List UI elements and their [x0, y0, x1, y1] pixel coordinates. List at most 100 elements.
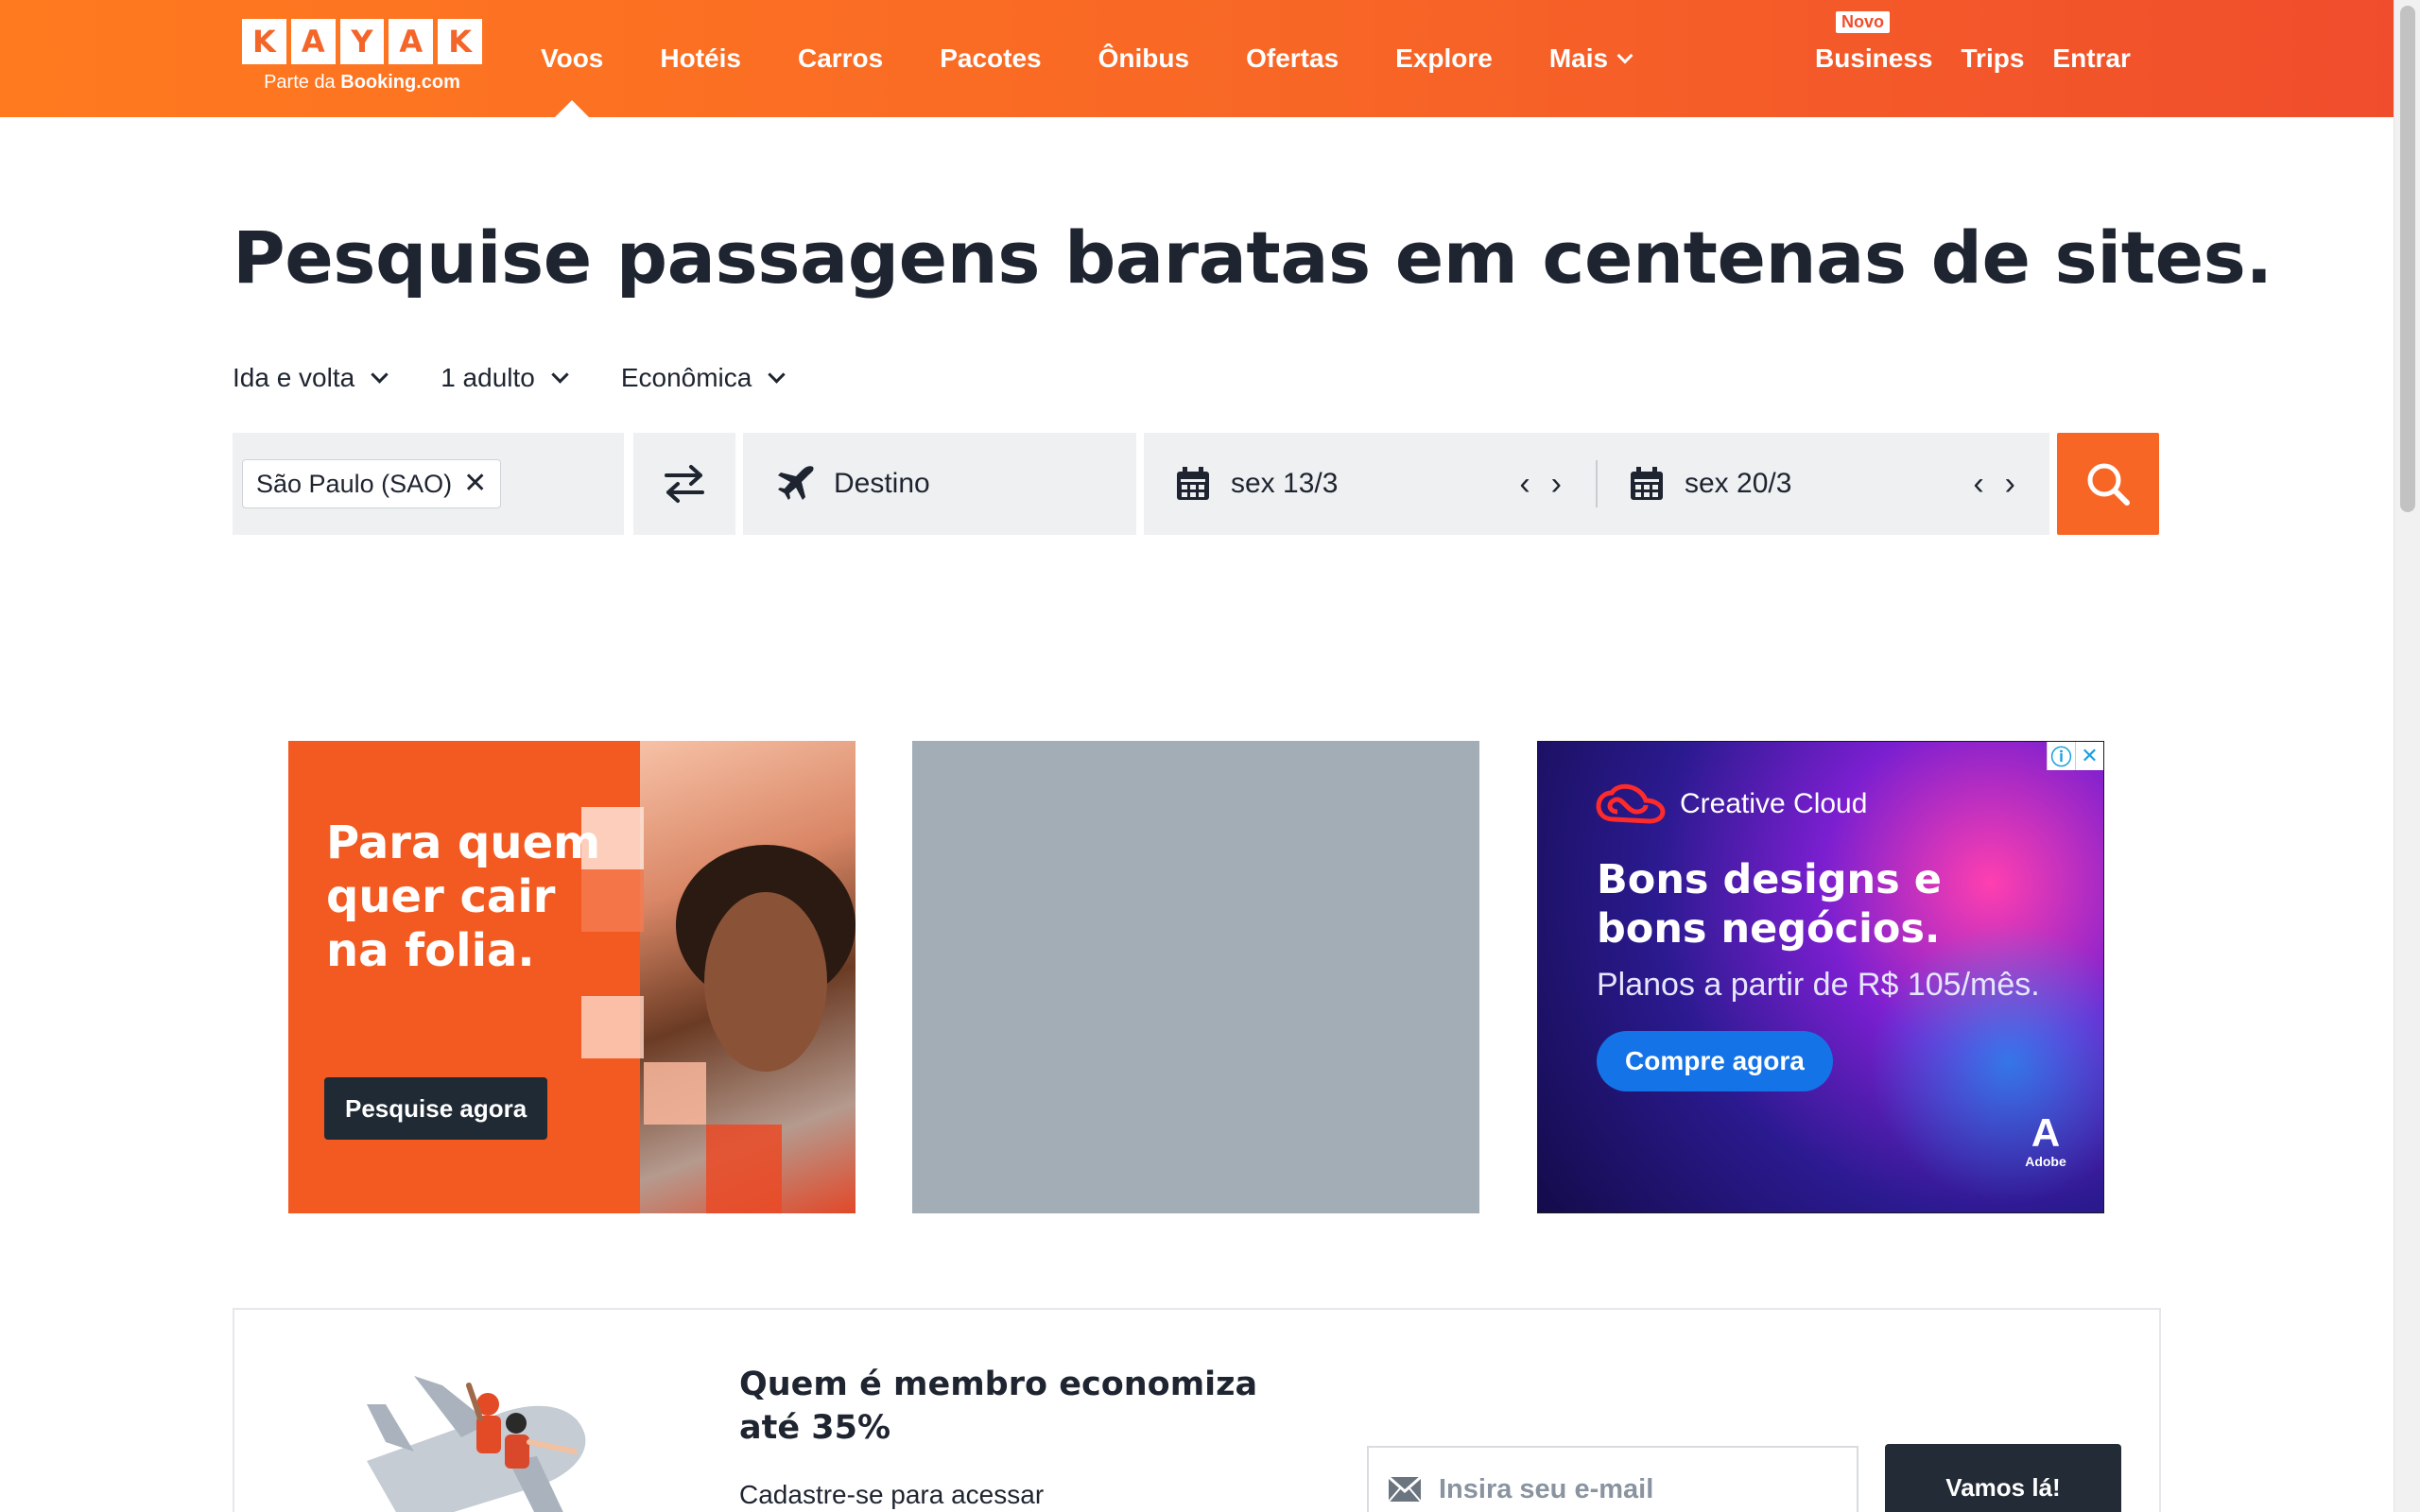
cabin-class-dropdown[interactable]: Econômica	[620, 363, 786, 393]
destination-placeholder: Destino	[834, 468, 930, 499]
search-options: Ida e volta 1 adulto Econômica	[233, 363, 838, 393]
nav-label: Pacotes	[940, 43, 1042, 73]
envelope-icon	[1388, 1476, 1422, 1503]
origin-field[interactable]: São Paulo (SAO) ✕	[233, 433, 624, 535]
close-icon[interactable]: ✕	[2075, 742, 2103, 770]
calendar-icon	[1631, 467, 1663, 500]
nav-pacotes[interactable]: Pacotes	[940, 0, 1041, 117]
signin-link[interactable]: Entrar	[2052, 43, 2130, 74]
depart-date-field[interactable]: sex 13/3 ‹ ›	[1144, 433, 1596, 535]
return-date-field[interactable]: sex 20/3 ‹ ›	[1598, 433, 2049, 535]
scrollbar-thumb[interactable]	[2400, 6, 2415, 512]
business-link[interactable]: Novo Business	[1815, 11, 1933, 74]
nav-hoteis[interactable]: Hotéis	[660, 0, 741, 117]
page-scrollbar[interactable]	[2394, 0, 2420, 1512]
logo-letter: K	[242, 19, 286, 64]
email-field[interactable]: Insira seu e-mail	[1367, 1446, 1858, 1512]
header-right-nav: Novo Business Trips Entrar	[1815, 0, 2394, 117]
swap-button[interactable]	[633, 433, 735, 535]
nav-ofertas[interactable]: Ofertas	[1246, 0, 1339, 117]
ad-tile	[581, 996, 644, 1058]
signin-label: Entrar	[2052, 43, 2131, 73]
return-date-value: sex 20/3	[1685, 468, 1792, 499]
trip-type-dropdown[interactable]: Ida e volta	[233, 363, 389, 393]
logo-letter: Y	[339, 19, 385, 64]
adobe-logo: A Adobe	[2022, 1110, 2069, 1170]
kayak-logo[interactable]: K A Y A K Parte da Booking.com	[242, 19, 482, 94]
logo-letter: A	[290, 19, 336, 64]
travelers-label: 1 adulto	[441, 363, 535, 392]
nav-label: Ônibus	[1098, 43, 1190, 73]
adobe-label: Adobe	[2025, 1154, 2066, 1169]
depart-date-arrows: ‹ ›	[1519, 433, 1562, 535]
close-icon[interactable]: ✕	[463, 470, 487, 498]
nav-carros[interactable]: Carros	[798, 0, 883, 117]
chevron-left-icon[interactable]: ‹	[1519, 466, 1530, 503]
cabin-label: Econômica	[620, 363, 752, 392]
signup-submit-button[interactable]: Vamos lá!	[1885, 1444, 2121, 1512]
trip-type-label: Ida e volta	[233, 363, 355, 392]
nav-label: Mais	[1548, 43, 1609, 73]
info-icon[interactable]: ⓘ	[2047, 742, 2075, 770]
nav-label: Voos	[541, 43, 604, 73]
nav-label: Hotéis	[660, 43, 741, 73]
chevron-right-icon[interactable]: ›	[1551, 466, 1562, 503]
main-nav: Voos Hotéis Carros Pacotes Ônibus Oferta…	[522, 0, 1659, 117]
origin-chip-label: São Paulo (SAO)	[256, 469, 453, 498]
ad-headline: Bons designs e bons negócios.	[1597, 856, 1942, 953]
business-label: Business	[1815, 43, 1933, 73]
nav-label: Explore	[1395, 43, 1493, 73]
member-title: Quem é membro economiza até 35%	[739, 1366, 1258, 1447]
chevron-down-icon	[1616, 47, 1634, 64]
nav-label: Ofertas	[1246, 43, 1340, 73]
travelers-dropdown[interactable]: 1 adulto	[441, 363, 569, 393]
ad-placeholder	[912, 741, 1479, 1213]
return-date-arrows: ‹ ›	[1973, 433, 2015, 535]
nav-onibus[interactable]: Ônibus	[1098, 0, 1189, 117]
search-icon	[2087, 463, 2130, 506]
logo-letters: K A Y A K	[242, 19, 482, 64]
chevron-left-icon[interactable]: ‹	[1973, 466, 1983, 503]
member-signup-card: Quem é membro economiza até 35% Cadastre…	[233, 1308, 2161, 1512]
search-button[interactable]	[2057, 433, 2159, 535]
ad-cta-button[interactable]: Compre agora	[1597, 1031, 1833, 1091]
page-title: Pesquise passagens baratas em centenas d…	[233, 215, 2273, 300]
ad-headline: Para quem quer cair na folia.	[326, 816, 601, 977]
destination-field[interactable]: Destino	[743, 433, 1136, 535]
ad-brand: Creative Cloud	[1680, 788, 1868, 819]
swap-arrows-icon	[665, 465, 704, 503]
ad-cta-button[interactable]: Pesquise agora	[324, 1077, 548, 1140]
ad-subline: Planos a partir de R$ 105/mês.	[1597, 967, 2040, 1003]
new-badge: Novo	[1836, 11, 1890, 33]
logo-letter: A	[389, 19, 434, 64]
logo-letter: K	[438, 19, 482, 64]
logo-subtitle: Parte da Booking.com	[242, 72, 482, 94]
member-subtitle: Cadastre-se para acessar	[739, 1480, 1045, 1509]
ad-tile	[706, 1125, 782, 1213]
creative-cloud-ad[interactable]: ⓘ ✕ Creative Cloud Bons designs e bons n…	[1537, 741, 2104, 1213]
ad-tile	[644, 1062, 706, 1125]
carnival-ad[interactable]: Para quem quer cair na folia. Pesquise a…	[288, 741, 856, 1213]
logo-sub-prefix: Parte da	[264, 72, 336, 93]
ad-photo-face	[704, 892, 827, 1072]
date-range-field: sex 13/3 ‹ › sex 20/3 ‹ ›	[1144, 433, 2049, 535]
chevron-right-icon[interactable]: ›	[2005, 466, 2015, 503]
nav-label: Carros	[797, 43, 884, 73]
top-header: K A Y A K Parte da Booking.com Voos Hoté…	[0, 0, 2394, 117]
chevron-down-icon	[768, 365, 786, 384]
creative-cloud-icon	[1596, 783, 1666, 824]
chevron-down-icon	[371, 365, 389, 384]
chevron-down-icon	[551, 365, 569, 384]
trips-link[interactable]: Trips	[1962, 43, 2025, 74]
adobe-icon: A	[2031, 1110, 2061, 1155]
ad-choices[interactable]: ⓘ ✕	[2047, 742, 2103, 770]
nav-explore[interactable]: Explore	[1395, 0, 1493, 117]
airplane-icon	[778, 466, 814, 500]
logo-sub-brand: Booking.com	[340, 72, 460, 93]
origin-chip[interactable]: São Paulo (SAO) ✕	[242, 459, 502, 508]
depart-date-value: sex 13/3	[1231, 468, 1339, 499]
nav-mais-dropdown[interactable]: Mais	[1548, 0, 1634, 117]
email-placeholder: Insira seu e-mail	[1439, 1473, 1654, 1504]
nav-voos[interactable]: Voos	[541, 0, 603, 117]
airplane-travelers-illustration	[367, 1376, 586, 1512]
